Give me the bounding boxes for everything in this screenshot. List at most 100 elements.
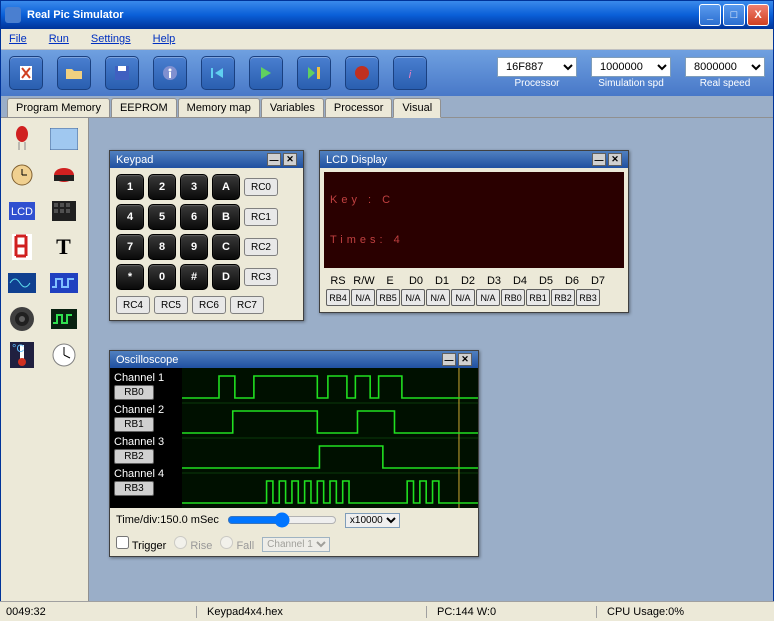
keypad-min-button[interactable]: —: [267, 153, 281, 166]
scope-component-icon[interactable]: [5, 268, 39, 298]
real-speed-select[interactable]: 8000000: [685, 57, 765, 77]
keypad-key[interactable]: 4: [116, 204, 144, 230]
lcd-pin-button[interactable]: N/A: [476, 289, 500, 306]
keypad-component-icon[interactable]: [47, 196, 81, 226]
speaker-component-icon[interactable]: [5, 304, 39, 334]
about-button[interactable]: i: [393, 56, 427, 90]
lcd-min-button[interactable]: —: [592, 153, 606, 166]
lcd-pin-button[interactable]: RB3: [576, 289, 600, 306]
stop-button[interactable]: [345, 56, 379, 90]
scope-mult-select[interactable]: x10000: [345, 513, 400, 528]
lcd-pin-button[interactable]: RB4: [326, 289, 350, 306]
maximize-button[interactable]: □: [723, 4, 745, 26]
keypad-key[interactable]: 5: [148, 204, 176, 230]
lcd-pin-button[interactable]: RB2: [551, 289, 575, 306]
step-button[interactable]: [297, 56, 331, 90]
new-button[interactable]: [9, 56, 43, 90]
keypad-panel[interactable]: Keypad — ✕ 123ARC0456BRC1789CRC2*0#DRC3R…: [109, 150, 304, 321]
keypad-key[interactable]: 3: [180, 174, 208, 200]
keypad-rc-button[interactable]: RC1: [244, 208, 278, 226]
keypad-rc-button[interactable]: RC3: [244, 268, 278, 286]
scope-channel-button[interactable]: RB0: [114, 385, 154, 400]
scope-min-button[interactable]: —: [442, 353, 456, 366]
menu-help[interactable]: Help: [153, 33, 176, 45]
wave-component-icon[interactable]: [47, 304, 81, 334]
keypad-rc-button[interactable]: RC5: [154, 296, 188, 314]
oscilloscope-panel[interactable]: Oscilloscope — ✕ Channel 1RB0Channel 2RB…: [109, 350, 479, 557]
scope-channel-button[interactable]: RB2: [114, 449, 154, 464]
keypad-rc-button[interactable]: RC7: [230, 296, 264, 314]
sevenseg-component-icon[interactable]: [5, 232, 39, 262]
tab-program-memory[interactable]: Program Memory: [7, 98, 110, 117]
pulse-component-icon[interactable]: [47, 268, 81, 298]
scope-close-button[interactable]: ✕: [458, 353, 472, 366]
lcd-pin-button[interactable]: RB5: [376, 289, 400, 306]
simulation-speed-select[interactable]: 1000000: [591, 57, 671, 77]
rewind-button[interactable]: [201, 56, 235, 90]
tab-memory-map[interactable]: Memory map: [178, 98, 260, 117]
tab-processor[interactable]: Processor: [325, 98, 393, 117]
display-component-icon[interactable]: [47, 124, 81, 154]
component-palette: LCD T °C: [1, 118, 89, 607]
scope-timediv-slider[interactable]: [227, 512, 337, 528]
scope-fall-radio: [220, 536, 233, 549]
keypad-key[interactable]: A: [212, 174, 240, 200]
clock-component-icon[interactable]: [5, 160, 39, 190]
scope-channel-label: Channel 3: [114, 436, 178, 448]
text-component-icon[interactable]: T: [47, 232, 81, 262]
lcd-pin-label: D5: [534, 275, 558, 287]
keypad-key[interactable]: #: [180, 264, 208, 290]
lcd-pin-button[interactable]: N/A: [351, 289, 375, 306]
lcd-component-icon[interactable]: LCD: [5, 196, 39, 226]
keypad-key[interactable]: 6: [180, 204, 208, 230]
keypad-key[interactable]: D: [212, 264, 240, 290]
keypad-key[interactable]: 0: [148, 264, 176, 290]
menu-settings[interactable]: Settings: [91, 33, 131, 45]
menu-run[interactable]: Run: [49, 33, 69, 45]
thermo-component-icon[interactable]: °C: [5, 340, 39, 370]
keypad-key[interactable]: B: [212, 204, 240, 230]
tab-eeprom[interactable]: EEPROM: [111, 98, 177, 117]
tab-visual[interactable]: Visual: [393, 98, 441, 118]
save-button[interactable]: [105, 56, 139, 90]
lcd-panel[interactable]: LCD Display — ✕ Key : C Times: 4 RSR/WED…: [319, 150, 629, 313]
status-file: Keypad4x4.hex: [196, 606, 426, 618]
tab-variables[interactable]: Variables: [261, 98, 324, 117]
lcd-pin-button[interactable]: N/A: [401, 289, 425, 306]
real-speed-label: Real speed: [700, 78, 751, 89]
scope-trigger-checkbox[interactable]: [116, 536, 129, 549]
keypad-key[interactable]: 9: [180, 234, 208, 260]
keypad-key[interactable]: 1: [116, 174, 144, 200]
lcd-pin-button[interactable]: N/A: [451, 289, 475, 306]
keypad-close-button[interactable]: ✕: [283, 153, 297, 166]
keypad-rc-button[interactable]: RC4: [116, 296, 150, 314]
lcd-pin-button[interactable]: RB1: [526, 289, 550, 306]
menu-file[interactable]: File: [9, 33, 27, 45]
keypad-key[interactable]: 8: [148, 234, 176, 260]
scope-channel-button[interactable]: RB1: [114, 417, 154, 432]
open-button[interactable]: [57, 56, 91, 90]
lcd-pin-button[interactable]: RB0: [501, 289, 525, 306]
processor-select[interactable]: 16F887: [497, 57, 577, 77]
info-button[interactable]: [153, 56, 187, 90]
lcd-close-button[interactable]: ✕: [608, 153, 622, 166]
keypad-rc-button[interactable]: RC0: [244, 178, 278, 196]
keypad-key[interactable]: 7: [116, 234, 144, 260]
keypad-rc-button[interactable]: RC6: [192, 296, 226, 314]
keypad-key[interactable]: C: [212, 234, 240, 260]
lcd-pin-button[interactable]: N/A: [426, 289, 450, 306]
minimize-button[interactable]: _: [699, 4, 721, 26]
button-component-icon[interactable]: [47, 160, 81, 190]
scope-trigger-channel-select: Channel 1: [262, 537, 330, 552]
lcd-pin-label: E: [378, 275, 402, 287]
keypad-key[interactable]: *: [116, 264, 144, 290]
close-button[interactable]: X: [747, 4, 769, 26]
led-component-icon[interactable]: [5, 124, 39, 154]
keypad-rc-button[interactable]: RC2: [244, 238, 278, 256]
play-button[interactable]: [249, 56, 283, 90]
keypad-key[interactable]: 2: [148, 174, 176, 200]
lcd-pin-label: D6: [560, 275, 584, 287]
timer-component-icon[interactable]: [47, 340, 81, 370]
scope-channel-button[interactable]: RB3: [114, 481, 154, 496]
window-title: Real Pic Simulator: [27, 9, 699, 21]
